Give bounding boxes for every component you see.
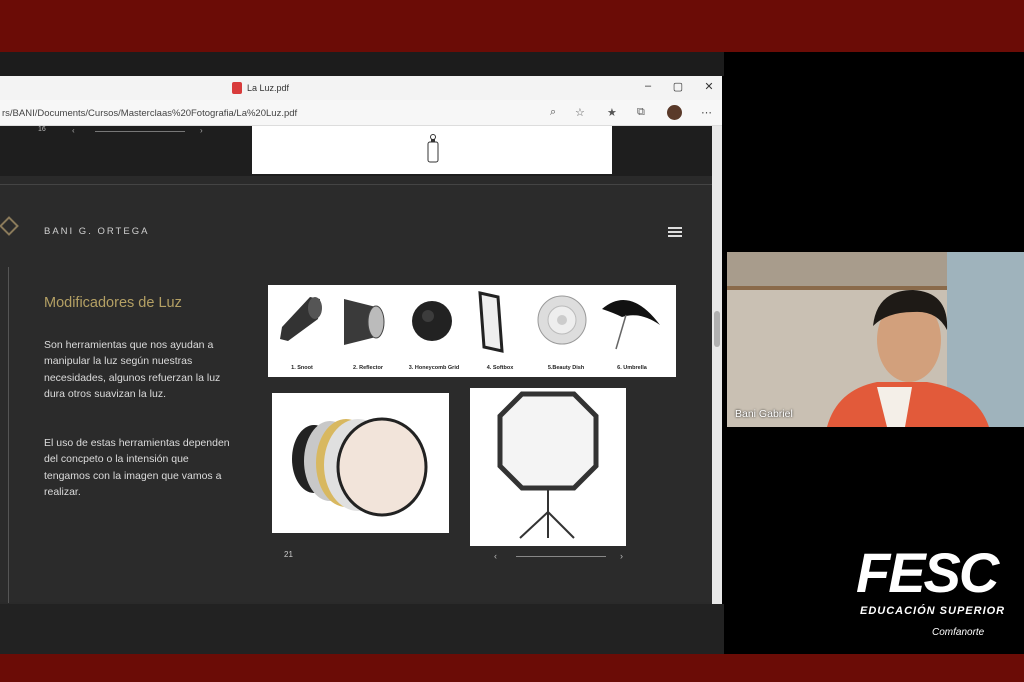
participant-name: Bani Gabriel <box>735 408 793 420</box>
screen-share-bottom <box>0 604 724 654</box>
modifier-label: 1. Snoot <box>291 365 313 371</box>
modifier-label: 6. Umbrella <box>617 365 647 371</box>
previous-page: 16 ‹ › <box>0 126 712 176</box>
address-bar[interactable]: rs/BANI/Documents/Cursos/Masterclaas%20F… <box>0 100 722 126</box>
title-bar: La Luz.pdf – ▢ ✕ <box>0 76 722 100</box>
reflector-image <box>272 393 449 533</box>
carousel-next-icon[interactable]: › <box>620 551 623 561</box>
modifier-label: 5.Beauty Dish <box>547 365 585 371</box>
softbox-icon <box>478 291 504 353</box>
prev-page-image-panel <box>252 126 612 174</box>
slide-page: BANI G. ORTEGA Modificadores de Luz Son … <box>0 184 712 603</box>
maximize-button[interactable]: ▢ <box>670 80 686 93</box>
vertical-scrollbar[interactable] <box>712 126 722 604</box>
logo-icon <box>0 216 19 236</box>
modifier-honeycomb: 3. Honeycomb Grid <box>402 289 466 373</box>
url-text[interactable]: rs/BANI/Documents/Cursos/Masterclaas%20F… <box>2 108 297 119</box>
minimize-button[interactable]: – <box>640 80 656 92</box>
top-band <box>0 0 1024 52</box>
octabox-image <box>470 388 626 546</box>
hamburger-menu-icon[interactable] <box>668 227 682 237</box>
search-icon[interactable]: ⌕ <box>550 106 556 119</box>
fesc-logo: FESC EDUCACIÓN SUPERIOR Comfanorte <box>856 545 1016 645</box>
browser-window: La Luz.pdf – ▢ ✕ rs/BANI/Documents/Curso… <box>0 76 722 604</box>
modifier-beauty-dish: 5.Beauty Dish <box>534 289 598 373</box>
scrollbar-thumb[interactable] <box>714 311 720 347</box>
umbrella-icon <box>602 300 660 350</box>
vertical-divider <box>8 267 9 603</box>
carousel-prev-icon[interactable]: ‹ <box>494 551 497 561</box>
fesc-subtitle: EDUCACIÓN SUPERIOR <box>860 605 1006 617</box>
author-name: BANI G. ORTEGA <box>44 226 150 237</box>
pdf-file-icon <box>232 82 242 94</box>
profile-avatar[interactable] <box>667 105 682 120</box>
screen-share-topstrip <box>0 52 724 76</box>
modifier-label: 2. Reflector <box>353 365 383 371</box>
bottle-icon <box>427 134 439 163</box>
snoot-icon <box>280 297 322 341</box>
image-carousel-nav: ‹ › <box>494 551 624 561</box>
prev-arrow-icon[interactable]: ‹ <box>72 126 75 135</box>
modifier-reflector: 2. Reflector <box>336 289 400 373</box>
paragraph-1: Son herramientas que nos ayudan a manipu… <box>44 339 221 400</box>
fesc-wordmark: FESC <box>856 541 999 604</box>
honeycomb-grid-icon <box>412 301 452 341</box>
collections-icon[interactable]: ⧉ <box>637 106 645 119</box>
modifiers-image: 1. Snoot 2. Reflector 3. Honeycomb Grid … <box>268 285 676 377</box>
modifier-snoot: 1. Snoot <box>270 289 334 373</box>
webcam-tile: Bani Gabriel <box>727 252 1024 427</box>
pdf-viewer[interactable]: 16 ‹ › BANI G. ORTEGA Modificadores de L… <box>0 126 712 604</box>
favorites-icon[interactable]: ★ <box>607 106 617 119</box>
modifier-label: 3. Honeycomb Grid <box>408 365 460 371</box>
prev-page-number: 16 <box>38 126 46 133</box>
next-arrow-icon[interactable]: › <box>200 126 203 135</box>
collapsible-reflector-icon <box>292 417 428 517</box>
carousel-track <box>516 556 606 557</box>
webcam-video <box>727 252 1024 427</box>
tab-title[interactable]: La Luz.pdf <box>232 82 289 94</box>
paragraph-2: El uso de estas herramientas dependen de… <box>44 437 230 498</box>
close-button[interactable]: ✕ <box>701 80 717 93</box>
prev-carousel-line <box>95 131 185 132</box>
screen: La Luz.pdf – ▢ ✕ rs/BANI/Documents/Curso… <box>0 0 1024 682</box>
slide-heading: Modificadores de Luz <box>44 295 182 311</box>
favorite-add-icon[interactable]: ☆ <box>575 106 585 119</box>
comfanorte-logo: Comfanorte <box>932 627 985 638</box>
page-number: 21 <box>284 550 293 559</box>
modifier-label: 4. Softbox <box>486 365 514 371</box>
bottom-band <box>0 654 1024 682</box>
tab-title-text: La Luz.pdf <box>247 83 290 93</box>
beauty-dish-icon <box>537 295 587 345</box>
modifier-softbox: 4. Softbox <box>468 289 532 373</box>
modifier-umbrella: 6. Umbrella <box>600 289 664 373</box>
more-icon[interactable]: ⋯ <box>701 106 712 119</box>
reflector-icon <box>344 299 385 345</box>
octabox-icon <box>497 391 599 539</box>
